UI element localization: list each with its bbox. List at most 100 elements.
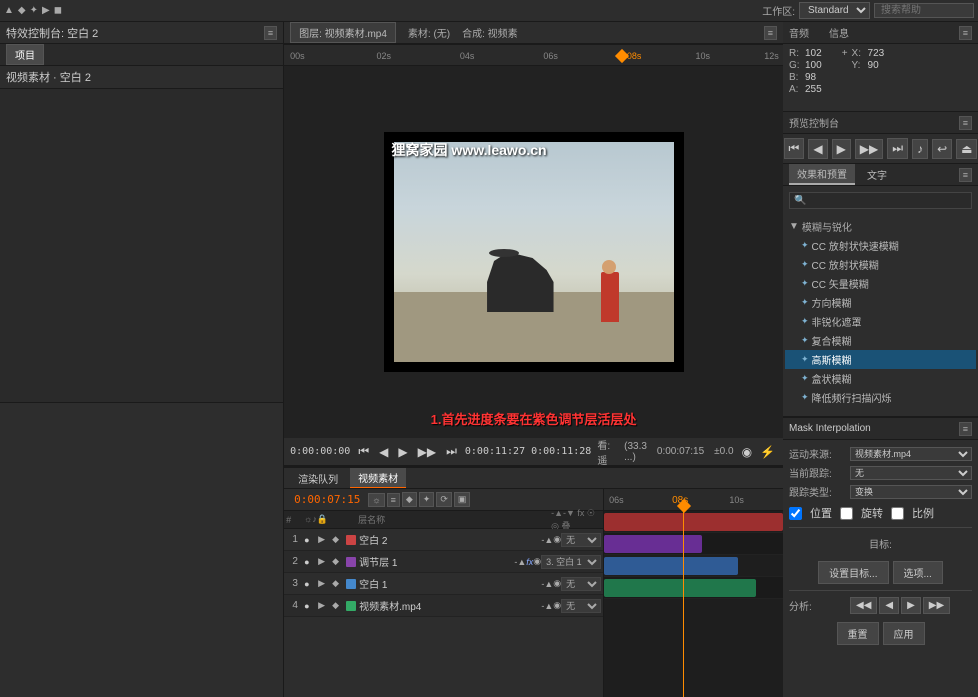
video-tab[interactable]: 视频素材	[350, 468, 406, 488]
scale-checkbox[interactable]	[891, 507, 904, 520]
text-tab[interactable]: 文字	[859, 165, 895, 184]
skip-end-btn[interactable]: ⏭	[444, 444, 459, 459]
skip-start-btn[interactable]: ⏮	[356, 444, 371, 459]
layer-4-name[interactable]: 视频素材.mp4	[356, 598, 539, 613]
toolbar-icon-1[interactable]: ▲	[4, 5, 14, 16]
layer-1-mode[interactable]: 无	[561, 533, 601, 547]
collapse-btn[interactable]: ≡	[387, 493, 400, 507]
effect-item-6[interactable]: ✦ 高斯模糊	[785, 350, 976, 369]
analyze-back-btn[interactable]: ◀	[879, 597, 899, 614]
layer-4-solo[interactable]: ◉	[553, 600, 561, 611]
toolbar-icon-4[interactable]: ▶	[42, 5, 50, 16]
analyze-fwd-btn[interactable]: ▶	[901, 597, 921, 614]
preview-menu-btn[interactable]: ≡	[764, 26, 777, 40]
layer-3-mode[interactable]: 无	[561, 577, 601, 591]
tracker-menu-btn[interactable]: ≡	[959, 422, 972, 436]
analyze-ff-btn[interactable]: ▶▶	[923, 597, 950, 614]
layer-1-vis[interactable]: ●	[304, 535, 318, 545]
layer-2-solo[interactable]: ◉	[533, 556, 541, 567]
layer-2-name[interactable]: 调节层 1	[356, 554, 512, 569]
layer-4-mode[interactable]: 无	[561, 599, 601, 613]
solo-btn[interactable]: ☼	[368, 493, 384, 507]
preview-audio[interactable]: ♪	[912, 139, 928, 159]
layer-4-audio[interactable]: ▶	[318, 600, 332, 611]
layer-3-vis[interactable]: ●	[304, 579, 318, 589]
layer-4-vis[interactable]: ●	[304, 601, 318, 611]
layer-2-transform[interactable]: -▲	[514, 557, 526, 567]
timeline-current-time[interactable]: 0:00:07:15	[288, 493, 366, 506]
layer-2-vis[interactable]: ●	[304, 557, 318, 567]
layer-2-audio[interactable]: ▶	[318, 556, 332, 567]
info-menu-btn[interactable]: ≡	[959, 26, 972, 40]
layer-4-lock[interactable]: ◆	[332, 600, 346, 611]
draft-btn[interactable]: ✦	[419, 492, 435, 507]
quality-btn[interactable]: ◉	[740, 445, 754, 459]
fast-preview-btn[interactable]: ⚡	[758, 445, 777, 459]
toolbar-icon-2[interactable]: ◆	[18, 5, 26, 16]
effect-item-4[interactable]: ✦ 非锐化遮罩	[785, 312, 976, 331]
layer-1-audio[interactable]: ▶	[318, 534, 332, 545]
effect-item-8[interactable]: ✦ 降低频行扫描闪烁	[785, 388, 976, 407]
tracker-row-source: 运动来源: 视频素材.mp4	[789, 446, 972, 461]
preview-loop[interactable]: ↩	[932, 139, 952, 159]
layer-2-parent[interactable]: 3. 空白 1	[541, 555, 601, 569]
preview-skip-start[interactable]: ⏮	[784, 138, 805, 159]
effects-menu-btn[interactable]: ≡	[959, 168, 972, 182]
preview-fwd-frame[interactable]: ▶▶	[855, 139, 883, 159]
layer-1-solo[interactable]: ◉	[553, 534, 561, 545]
effect-item-2[interactable]: ✦ CC 矢量模糊	[785, 274, 976, 293]
effect-controls-menu-btn[interactable]: ≡	[264, 26, 277, 40]
project-tab[interactable]: 项目	[6, 44, 44, 65]
frame-back-btn[interactable]: ◀	[377, 445, 390, 459]
layer-2-fx[interactable]: fx	[526, 557, 533, 567]
analyze-rewind-btn[interactable]: ◀◀	[850, 597, 877, 614]
layer-2-lock[interactable]: ◆	[332, 556, 346, 567]
frame-blend-btn[interactable]: ▣	[454, 492, 471, 507]
apply-btn[interactable]: 应用	[883, 622, 925, 645]
layer-tab[interactable]: 图层: 视频素材.mp4	[290, 22, 396, 43]
motion-btn[interactable]: ⟳	[436, 492, 452, 507]
layer-3-lock[interactable]: ◆	[332, 578, 346, 589]
effect-item-7[interactable]: ✦ 盒状模糊	[785, 369, 976, 388]
track-clip-4[interactable]	[604, 579, 756, 597]
preview-ctrl-menu[interactable]: ≡	[959, 116, 972, 130]
toolbar-icon-3[interactable]: ✦	[30, 5, 38, 16]
current-track-select[interactable]: 无	[850, 466, 972, 480]
layer-3-transform[interactable]: -▲	[541, 579, 553, 589]
set-target-btn[interactable]: 设置目标...	[818, 561, 888, 584]
preview-eject[interactable]: ⏏	[956, 139, 977, 159]
preview-skip-end[interactable]: ⏭	[887, 138, 908, 159]
layer-1-lock[interactable]: ◆	[332, 534, 346, 545]
layer-3-name[interactable]: 空白 1	[356, 576, 539, 591]
toolbar-icon-5[interactable]: ◼	[54, 5, 62, 16]
effect-item-1[interactable]: ✦ CC 放射状模糊	[785, 255, 976, 274]
add-marker-btn[interactable]: ◆	[402, 492, 417, 507]
effect-item-3[interactable]: ✦ 方向模糊	[785, 293, 976, 312]
rotation-checkbox[interactable]	[840, 507, 853, 520]
preview-back-frame[interactable]: ◀	[808, 139, 827, 159]
workspace-select[interactable]: Standard	[799, 2, 870, 19]
effect-icon-5: ✦	[801, 335, 809, 346]
render-queue-tab[interactable]: 渲染队列	[290, 469, 346, 488]
track-clip-3[interactable]	[604, 557, 738, 575]
play-btn[interactable]: ▶	[396, 445, 409, 459]
search-input[interactable]	[874, 3, 974, 18]
layer-4-transform[interactable]: -▲	[541, 601, 553, 611]
motion-source-select[interactable]: 视频素材.mp4	[850, 447, 972, 461]
effects-tab[interactable]: 效果和预置	[789, 164, 855, 185]
effect-item-5[interactable]: ✦ 复合模糊	[785, 331, 976, 350]
reset-btn[interactable]: 重置	[837, 622, 879, 645]
track-clip-2[interactable]	[604, 535, 702, 553]
layer-3-audio[interactable]: ▶	[318, 578, 332, 589]
layer-1-name[interactable]: 空白 2	[356, 532, 539, 547]
options-btn[interactable]: 选项...	[893, 561, 943, 584]
layer-3-solo[interactable]: ◉	[553, 578, 561, 589]
track-type-select[interactable]: 变换	[850, 485, 972, 499]
frame-fwd-btn[interactable]: ▶▶	[416, 445, 438, 459]
effects-search-input[interactable]	[789, 192, 972, 209]
position-checkbox[interactable]	[789, 507, 802, 520]
preview-play[interactable]: ▶	[832, 139, 851, 159]
track-clip-1[interactable]	[604, 513, 783, 531]
layer-1-transform[interactable]: -▲	[541, 535, 553, 545]
effect-item-0[interactable]: ✦ CC 放射状快速模糊	[785, 236, 976, 255]
